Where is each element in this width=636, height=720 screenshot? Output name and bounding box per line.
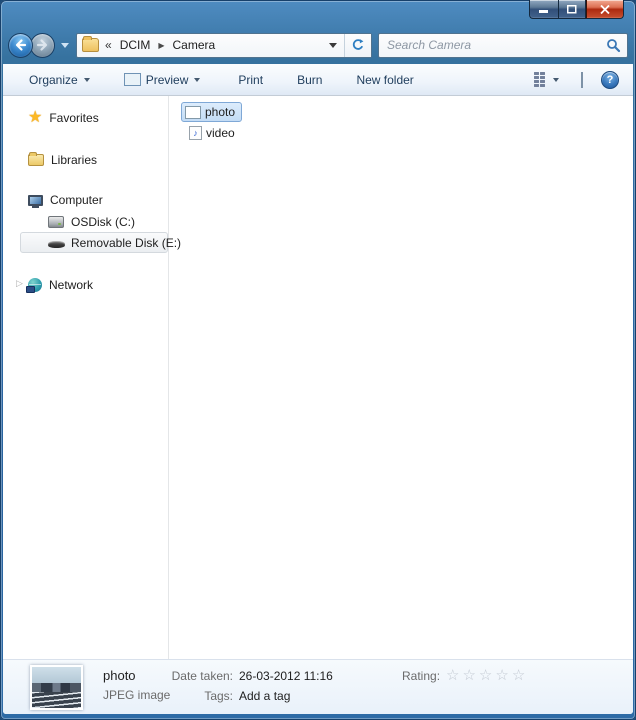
navigation-pane: ★ Favorites Libraries Computer OSDisk (C… — [3, 96, 169, 659]
burn-label: Burn — [297, 73, 322, 87]
minimize-button[interactable] — [529, 0, 558, 19]
minimize-icon — [539, 5, 549, 14]
chevron-down-icon — [84, 78, 90, 82]
removable-disk-icon — [48, 241, 65, 248]
toolbar-right-group: ? — [528, 67, 619, 92]
preview-pane-icon — [581, 72, 583, 88]
back-arrow-icon — [13, 38, 28, 52]
rating-label: Rating: — [402, 669, 440, 683]
tags-label: Tags: — [169, 689, 233, 703]
change-view-button[interactable] — [528, 67, 565, 92]
thumbnail-buildings — [32, 683, 81, 693]
music-note-icon: ♪ — [193, 128, 198, 138]
sidebar-item-label: OSDisk (C:) — [71, 215, 135, 229]
address-bar[interactable]: « DCIM ▶ Camera — [76, 33, 372, 58]
preview-label: Preview — [146, 73, 189, 87]
refresh-button[interactable] — [344, 34, 371, 57]
sidebar-item-label: Network — [49, 278, 93, 292]
print-label: Print — [238, 73, 263, 87]
file-item-photo[interactable]: photo — [181, 102, 242, 122]
details-pane: photo JPEG image Date taken: 26-03-2012 … — [3, 659, 633, 714]
views-grid-icon — [534, 72, 547, 87]
search-input[interactable] — [387, 38, 606, 52]
date-taken-label: Date taken: — [169, 669, 233, 683]
maximize-icon — [567, 5, 577, 14]
sidebar-item-label: Favorites — [49, 111, 98, 125]
sidebar-item-network[interactable]: Network — [28, 275, 93, 295]
close-icon — [600, 5, 610, 14]
thumbnail-sky — [32, 667, 81, 683]
preview-image-icon — [124, 73, 141, 86]
command-bar: Organize Preview Print Burn New folder — [3, 64, 633, 96]
close-button[interactable] — [586, 0, 624, 19]
sidebar-item-osdisk[interactable]: OSDisk (C:) — [48, 212, 135, 232]
rating-section: Rating: ☆☆☆☆☆ — [402, 669, 528, 683]
chevron-down-icon — [194, 78, 200, 82]
client-area: Organize Preview Print Burn New folder — [3, 64, 633, 714]
photo-file-icon — [185, 106, 201, 119]
details-properties: Date taken: 26-03-2012 11:16 Tags: Add a… — [169, 669, 333, 703]
search-icon — [606, 38, 621, 53]
back-button[interactable] — [8, 33, 33, 58]
hard-disk-icon — [48, 216, 64, 228]
organize-button[interactable]: Organize — [21, 69, 98, 91]
new-folder-label: New folder — [356, 73, 413, 87]
burn-button[interactable]: Burn — [289, 69, 330, 91]
file-list[interactable]: photo ♪ video — [169, 96, 633, 659]
video-file-icon: ♪ — [189, 126, 202, 140]
help-button[interactable]: ? — [601, 71, 619, 89]
preview-button[interactable]: Preview — [116, 69, 209, 91]
title-bar[interactable] — [0, 0, 636, 28]
breadcrumb-camera[interactable]: Camera — [167, 35, 222, 55]
thumbnail-marina — [32, 692, 81, 708]
tags-add-field[interactable]: Add a tag — [239, 689, 333, 703]
sidebar-item-removable-disk[interactable]: Removable Disk (E:) — [20, 232, 168, 253]
sidebar-item-favorites[interactable]: ★ Favorites — [28, 108, 99, 128]
forward-button[interactable] — [30, 33, 55, 58]
sidebar-item-libraries[interactable]: Libraries — [28, 150, 97, 170]
details-file-name: photo — [103, 668, 170, 683]
file-name-label: photo — [205, 105, 235, 119]
network-globe-icon — [28, 278, 42, 292]
maximize-button[interactable] — [558, 0, 586, 19]
forward-arrow-icon — [35, 38, 50, 52]
photo-thumbnail — [30, 665, 83, 710]
print-button[interactable]: Print — [230, 69, 271, 91]
address-dropdown-button[interactable] — [322, 34, 344, 57]
caption-buttons — [529, 0, 624, 19]
refresh-icon — [351, 38, 365, 52]
explorer-window: « DCIM ▶ Camera — [0, 0, 636, 720]
network-expander-icon[interactable]: ▷ — [16, 278, 23, 289]
date-taken-value: 26-03-2012 11:16 — [239, 669, 333, 683]
folder-icon[interactable] — [82, 38, 99, 52]
sidebar-item-label: Libraries — [51, 153, 97, 167]
sidebar-item-computer[interactable]: Computer — [28, 190, 103, 210]
breadcrumb-dcim[interactable]: DCIM — [114, 35, 157, 55]
chevron-down-icon — [553, 78, 559, 82]
computer-monitor-icon — [28, 195, 43, 206]
favorites-star-icon: ★ — [28, 110, 42, 126]
details-file-type: JPEG image — [103, 688, 170, 702]
file-name-label: video — [206, 126, 235, 140]
breadcrumb-overflow-button[interactable]: « — [101, 36, 114, 55]
preview-pane-button[interactable] — [577, 69, 587, 91]
file-summary: photo JPEG image — [103, 668, 170, 702]
sidebar-item-label: Removable Disk (E:) — [71, 236, 181, 250]
libraries-folder-icon — [28, 154, 44, 166]
rating-stars[interactable]: ☆☆☆☆☆ — [446, 669, 528, 683]
navigation-bar: « DCIM ▶ Camera — [0, 28, 636, 64]
breadcrumb-separator-icon[interactable]: ▶ — [156, 41, 166, 50]
new-folder-button[interactable]: New folder — [348, 69, 421, 91]
chevron-down-icon — [329, 43, 337, 48]
help-icon: ? — [607, 74, 614, 86]
sidebar-item-label: Computer — [50, 193, 103, 207]
organize-label: Organize — [29, 73, 78, 87]
content-area: ★ Favorites Libraries Computer OSDisk (C… — [3, 96, 633, 659]
file-item-video[interactable]: ♪ video — [185, 123, 242, 143]
search-box — [378, 33, 628, 58]
recent-pages-dropdown[interactable] — [61, 43, 69, 48]
